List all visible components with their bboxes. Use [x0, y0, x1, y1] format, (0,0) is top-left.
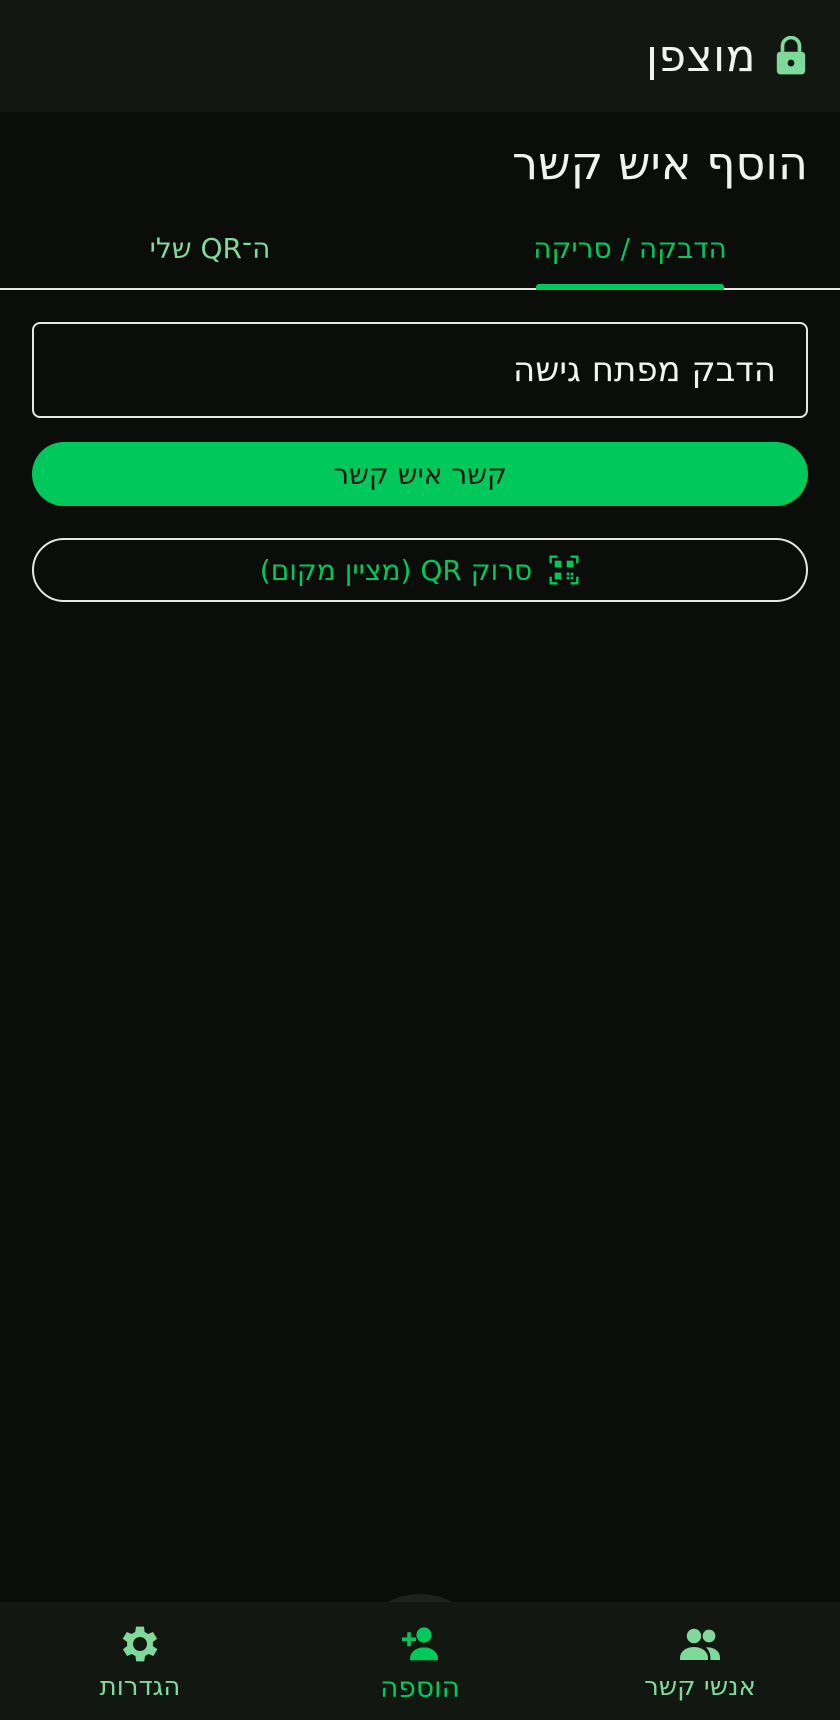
tab-bar: הדבקה / סריקה ה־QR שלי: [0, 208, 840, 290]
tab-my-qr[interactable]: ה־QR שלי: [0, 208, 420, 288]
access-key-placeholder: הדבק מפתח גישה: [513, 350, 776, 390]
active-tab-indicator: [536, 284, 724, 290]
access-key-input[interactable]: הדבק מפתח גישה: [32, 322, 808, 418]
nav-contacts-label: אנשי קשר: [644, 1672, 756, 1702]
page-title: הוסף איש קשר: [512, 136, 808, 190]
people-icon: [676, 1620, 724, 1668]
qr-code-icon: [548, 554, 580, 586]
nav-settings-label: הגדרות: [99, 1672, 181, 1702]
person-add-icon: [396, 1619, 444, 1667]
scan-qr-button[interactable]: סרוק QR (מציין מקום): [32, 538, 808, 602]
nav-add[interactable]: הוספה: [280, 1602, 560, 1720]
nav-settings[interactable]: הגדרות: [0, 1602, 280, 1720]
tab-paste-scan-label: הדבקה / סריקה: [533, 231, 727, 265]
lock-icon: [774, 36, 808, 76]
link-contact-button[interactable]: קשר איש קשר: [32, 442, 808, 506]
app-title: מוצפן: [646, 30, 756, 82]
gear-icon: [116, 1620, 164, 1668]
bottom-nav: אנשי קשר הוספה הגדרות: [0, 1602, 840, 1720]
nav-contacts[interactable]: אנשי קשר: [560, 1602, 840, 1720]
app-bar: מוצפן: [0, 0, 840, 112]
link-contact-button-label: קשר איש קשר: [333, 457, 507, 491]
nav-add-label: הוספה: [380, 1670, 460, 1704]
tab-my-qr-label: ה־QR שלי: [149, 231, 271, 265]
tab-paste-scan[interactable]: הדבקה / סריקה: [420, 208, 840, 290]
scan-qr-button-label: סרוק QR (מציין מקום): [259, 553, 533, 587]
